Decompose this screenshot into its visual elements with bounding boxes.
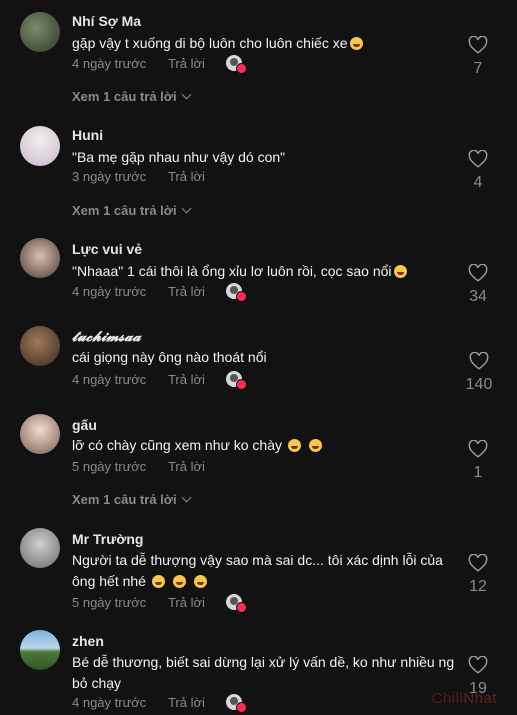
username[interactable]: Mr Trường xyxy=(72,531,143,547)
reply-button[interactable]: Trả lời xyxy=(168,56,205,71)
heart-icon xyxy=(468,36,488,54)
reply-button[interactable]: Trả lời xyxy=(168,372,205,387)
username[interactable]: Huni xyxy=(72,127,103,143)
username[interactable]: zhen xyxy=(72,633,104,649)
comment-text: Người ta dễ thượng vậy sao mà sai dc... … xyxy=(72,552,443,589)
avatar[interactable] xyxy=(20,326,60,366)
reply-button[interactable]: Trả lời xyxy=(168,695,205,710)
comment-text: "Nhaaa" 1 cái thôi là ổng xỉu lơ luôn rồ… xyxy=(72,261,472,282)
like-button[interactable]: 12 xyxy=(461,554,495,596)
comment-text: "Ba mẹ gặp nhau như vậy dó con" xyxy=(72,149,286,165)
like-count: 12 xyxy=(469,578,487,595)
grin-emoji-icon xyxy=(193,575,207,588)
username[interactable]: 𝓽𝓾𝓬𝓱𝓲𝓶𝓼𝓪𝓪 xyxy=(72,329,141,345)
timestamp: 5 ngày trước xyxy=(72,595,147,610)
username[interactable]: gấu xyxy=(72,417,97,433)
like-count: 34 xyxy=(469,288,487,305)
like-button[interactable]: 34 xyxy=(461,264,495,306)
like-count: 140 xyxy=(465,376,493,393)
reply-button[interactable]: Trả lời xyxy=(168,595,205,610)
comment-meta: 4 ngày trước Trả lời xyxy=(72,283,247,302)
grin-emoji-icon xyxy=(393,265,407,278)
heart-icon xyxy=(468,440,488,458)
comment-meta: 4 ngày trước Trả lời xyxy=(72,371,247,390)
like-count: 4 xyxy=(473,174,483,191)
grin-emoji-icon xyxy=(308,439,322,452)
reply-button[interactable]: Trả lời xyxy=(168,284,205,299)
comment-meta: 5 ngày trước Trả lời xyxy=(72,594,247,613)
heart-icon xyxy=(468,264,488,282)
chevron-down-icon xyxy=(181,203,192,214)
heart-icon xyxy=(469,352,489,370)
heart-icon xyxy=(468,150,488,168)
creator-liked-icon xyxy=(225,371,247,390)
comment-meta: 5 ngày trước Trả lời xyxy=(72,459,205,474)
comment-text: Bé dễ thương, biết sai dừng lại xử lý vấ… xyxy=(72,654,455,691)
view-replies-button[interactable]: Xem 1 câu trả lời xyxy=(72,89,192,104)
avatar[interactable] xyxy=(20,12,60,52)
like-button[interactable]: 1 xyxy=(461,440,495,482)
grin-emoji-icon xyxy=(172,575,186,588)
grin-emoji-icon xyxy=(151,575,165,588)
like-count: 7 xyxy=(473,60,483,77)
timestamp: 4 ngày trước xyxy=(72,56,147,71)
username[interactable]: Lực vui vẻ xyxy=(72,241,142,257)
like-button[interactable]: 140 xyxy=(457,352,501,394)
heart-icon xyxy=(468,656,488,674)
watermark-part1: Chill xyxy=(431,690,464,707)
creator-liked-icon xyxy=(225,55,247,74)
creator-liked-icon xyxy=(225,594,247,613)
comment-meta: 4 ngày trước Trả lời xyxy=(72,694,247,713)
timestamp: 4 ngày trước xyxy=(72,284,147,299)
timestamp: 4 ngày trước xyxy=(72,695,147,710)
view-replies-button[interactable]: Xem 1 câu trả lời xyxy=(72,203,192,218)
like-count: 1 xyxy=(473,464,483,481)
creator-liked-icon xyxy=(225,694,247,713)
avatar[interactable] xyxy=(20,238,60,278)
chevron-down-icon xyxy=(181,89,192,100)
comment-text: gặp vậy t xuống di bộ luôn cho luôn chiế… xyxy=(72,33,472,54)
like-button[interactable]: 7 xyxy=(461,36,495,78)
avatar[interactable] xyxy=(20,414,60,454)
timestamp: 5 ngày trước xyxy=(72,459,147,474)
grin-emoji-icon xyxy=(287,439,301,452)
comment-meta: 4 ngày trước Trả lời xyxy=(72,55,247,74)
watermark-part2: Nhat xyxy=(463,690,497,707)
reply-button[interactable]: Trả lời xyxy=(168,169,205,184)
like-button[interactable]: 4 xyxy=(461,150,495,192)
creator-liked-icon xyxy=(225,283,247,302)
timestamp: 4 ngày trước xyxy=(72,372,147,387)
chevron-down-icon xyxy=(181,492,192,503)
grin-emoji-icon xyxy=(349,37,363,50)
reply-button[interactable]: Trả lời xyxy=(168,459,205,474)
view-replies-button[interactable]: Xem 1 câu trả lời xyxy=(72,492,192,507)
avatar[interactable] xyxy=(20,630,60,670)
comment-text: cái giọng này ông nào thoát nổi xyxy=(72,349,267,365)
avatar[interactable] xyxy=(20,126,60,166)
comment-meta: 3 ngày trước Trả lời xyxy=(72,169,205,184)
timestamp: 3 ngày trước xyxy=(72,169,147,184)
watermark: ChillNhat xyxy=(432,690,497,707)
comment-text: lỡ có chày cũng xem như ko chày xyxy=(72,435,472,456)
username[interactable]: Nhí Sợ Ma xyxy=(72,13,141,29)
heart-icon xyxy=(468,554,488,572)
avatar[interactable] xyxy=(20,528,60,568)
